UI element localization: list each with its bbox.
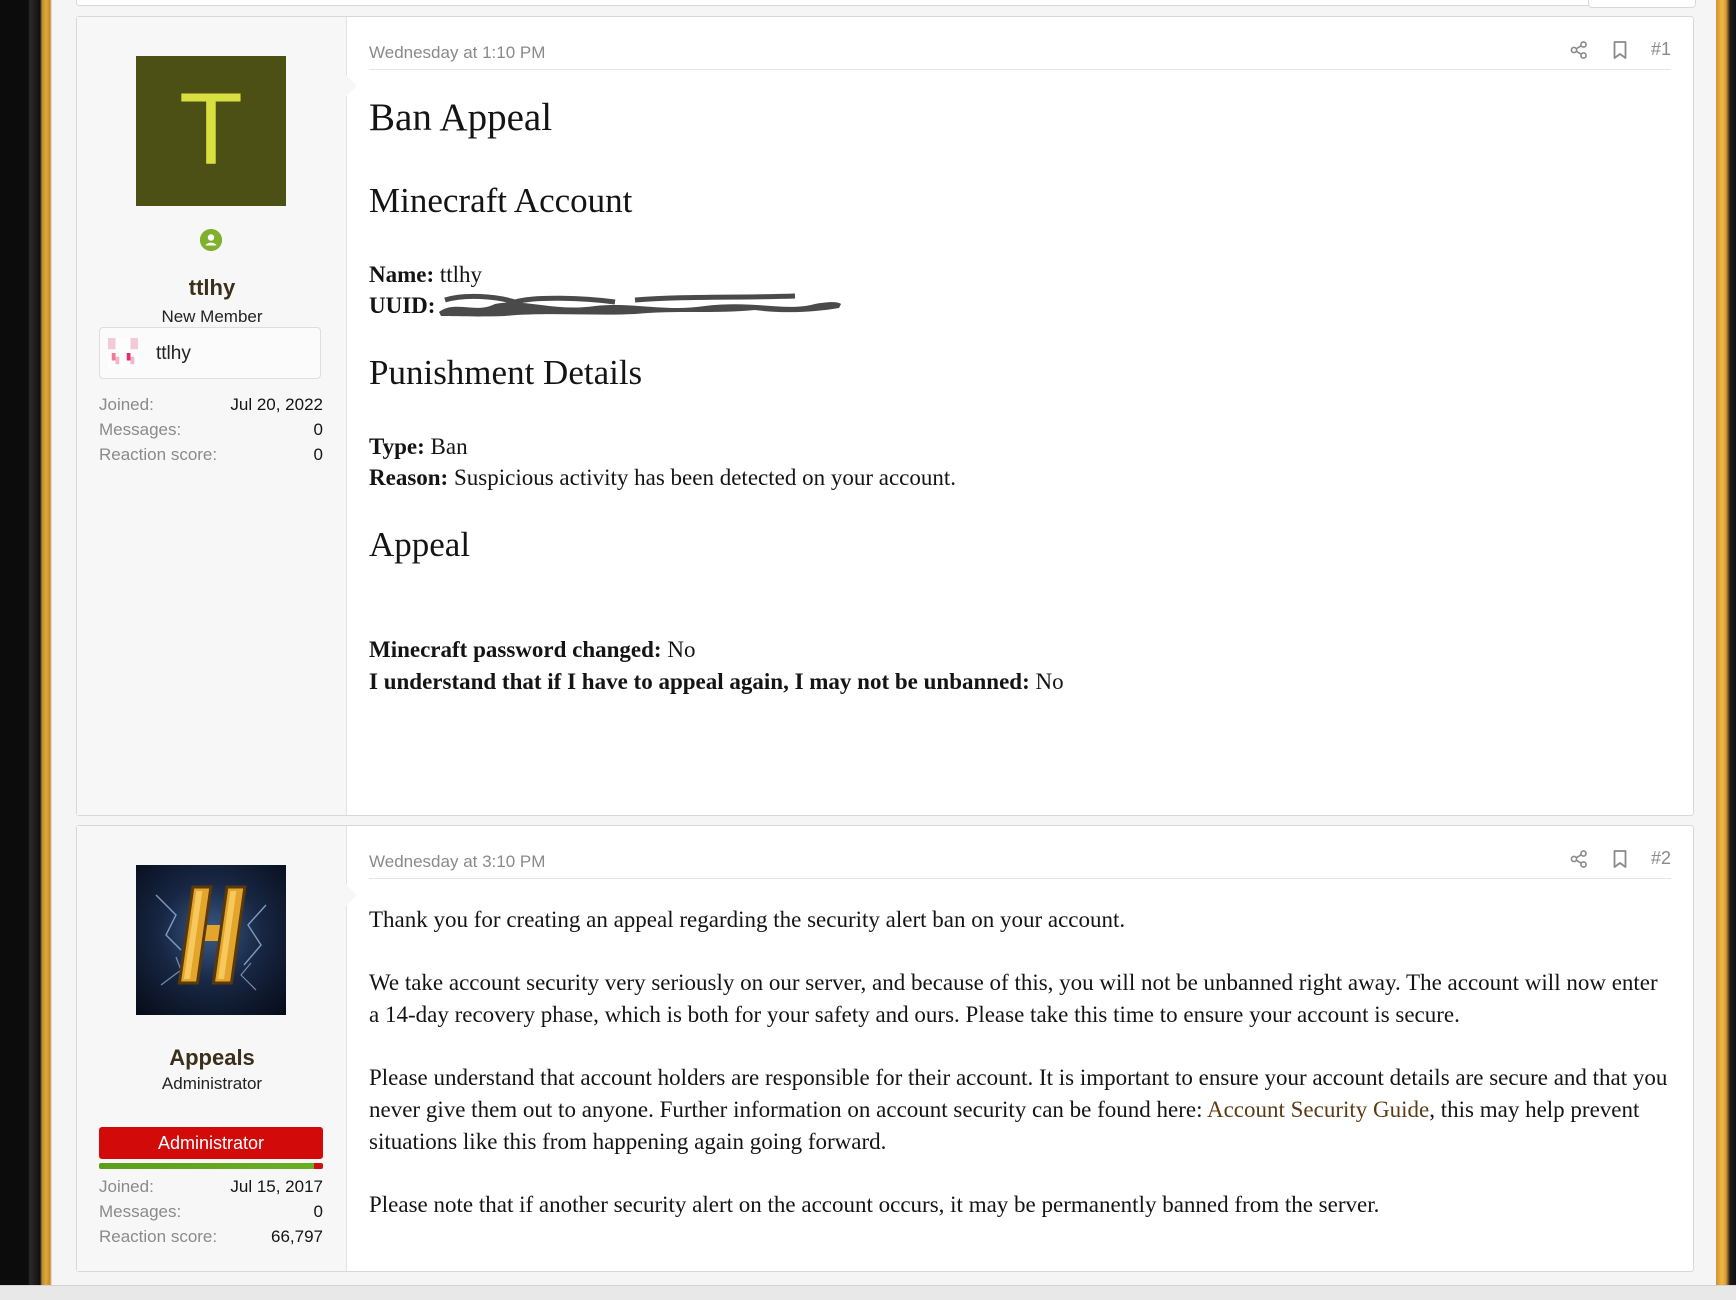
- stat-joined: Joined: Jul 15, 2017: [99, 1174, 323, 1199]
- stat-label: Reaction score:: [99, 1227, 218, 1246]
- stat-label: Messages:: [99, 1202, 182, 1221]
- stat-reaction-score: Reaction score: 0: [99, 442, 323, 467]
- post-1-main: Wednesday at 1:10 PM #1 Ban Appeal Minec…: [347, 17, 1693, 815]
- banner-underline: [99, 1163, 323, 1169]
- post-1: T ttlhy New Member ttlhy Joined: Jul 20,…: [76, 16, 1694, 816]
- paragraph: We take account security very seriously …: [369, 970, 1658, 1027]
- stat-value: 66,797: [271, 1227, 323, 1246]
- username[interactable]: ttlhy: [77, 275, 347, 301]
- stat-messages: Messages: 0: [99, 1199, 323, 1224]
- section-heading-appeal: Appeal: [369, 525, 471, 564]
- section-heading-account: Minecraft Account: [369, 181, 633, 220]
- stat-reaction-score: Reaction score: 66,797: [99, 1224, 323, 1249]
- previous-block-edge: [76, 0, 1696, 6]
- staff-banner: Administrator: [99, 1127, 323, 1159]
- post-date[interactable]: Wednesday at 3:10 PM: [369, 852, 545, 872]
- post-number[interactable]: #1: [1651, 39, 1671, 60]
- username[interactable]: Appeals: [77, 1045, 347, 1071]
- field-uuid: UUID:: [369, 290, 843, 322]
- post-2-user-cell: Appeals Administrator Administrator Join…: [77, 826, 357, 1271]
- field-label: Reason:: [369, 465, 449, 490]
- user-title: New Member: [161, 307, 263, 326]
- account-security-guide-link[interactable]: Account Security Guide: [1207, 1097, 1429, 1122]
- window-frame-left: [0, 0, 52, 1285]
- user-stats: Joined: Jul 20, 2022 Messages: 0 Reactio…: [99, 392, 323, 467]
- stat-joined: Joined: Jul 20, 2022: [99, 392, 323, 417]
- online-user-icon: [200, 229, 222, 251]
- paragraph: Please note that if another security ale…: [369, 1192, 1380, 1217]
- post-header: Wednesday at 1:10 PM #1: [369, 39, 1671, 70]
- field-understand: I understand that if I have to appeal ag…: [369, 666, 1064, 698]
- post-actions: #1: [1569, 39, 1671, 60]
- stat-value: 0: [313, 420, 323, 439]
- field-value: ttlhy: [439, 262, 483, 287]
- stat-label: Joined:: [99, 395, 154, 414]
- field-label: Type:: [369, 434, 425, 459]
- field-password-changed: Minecraft password changed: No: [369, 634, 695, 666]
- field-label: Minecraft password changed:: [369, 637, 662, 662]
- server-logo-icon: [155, 885, 267, 991]
- avatar[interactable]: T: [136, 56, 286, 206]
- window-frame-right: [1716, 0, 1736, 1285]
- online-user-icon-glyph: [200, 229, 222, 251]
- field-label: UUID:: [369, 293, 436, 318]
- post-title: Ban Appeal: [369, 96, 553, 139]
- redaction-scribble: [439, 293, 842, 317]
- post-number[interactable]: #2: [1651, 848, 1671, 869]
- field-value: Ban: [430, 434, 468, 459]
- bookmark-icon[interactable]: [1611, 849, 1629, 869]
- user-stats: Joined: Jul 15, 2017 Messages: 0 Reactio…: [99, 1174, 323, 1249]
- section-heading-punishment: Punishment Details: [369, 353, 643, 392]
- post-date[interactable]: Wednesday at 1:10 PM: [369, 43, 545, 63]
- paragraph: Thank you for creating an appeal regardi…: [369, 907, 1126, 932]
- bottom-strip: [0, 1285, 1736, 1300]
- post-body: Thank you for creating an appeal regardi…: [369, 904, 1671, 1252]
- post-header: Wednesday at 3:10 PM #2: [369, 848, 1671, 879]
- bookmark-icon[interactable]: [1611, 40, 1629, 60]
- field-label: I understand that if I have to appeal ag…: [369, 669, 1030, 694]
- stat-value: Jul 20, 2022: [230, 395, 323, 414]
- field-reason: Reason: Suspicious activity has been det…: [369, 462, 956, 494]
- post-actions: #2: [1569, 848, 1671, 869]
- post-2: Appeals Administrator Administrator Join…: [76, 825, 1694, 1272]
- top-button-edge[interactable]: [1588, 0, 1696, 8]
- stat-label: Messages:: [99, 420, 182, 439]
- field-value: No: [667, 637, 696, 662]
- share-icon[interactable]: [1569, 849, 1589, 869]
- stat-value: 0: [313, 1202, 323, 1221]
- stat-messages: Messages: 0: [99, 417, 323, 442]
- avatar[interactable]: [136, 865, 286, 1015]
- field-value: Suspicious activity has been detected on…: [453, 465, 957, 490]
- paragraph: Please understand that account holders a…: [369, 1062, 1671, 1158]
- stat-label: Joined:: [99, 1177, 154, 1196]
- field-type: Type: Ban: [369, 431, 468, 463]
- minecraft-name: ttlhy: [156, 343, 191, 364]
- minecraft-badge[interactable]: ttlhy: [99, 327, 321, 379]
- field-name: Name: ttlhy: [369, 259, 482, 291]
- minecraft-head-icon: [108, 338, 138, 368]
- field-value: No: [1035, 669, 1064, 694]
- post-2-main: Wednesday at 3:10 PM #2 Thank you for cr…: [347, 826, 1693, 1271]
- stat-label: Reaction score:: [99, 445, 218, 464]
- post-1-user-cell: T ttlhy New Member ttlhy Joined: Jul 20,…: [77, 17, 357, 815]
- field-label: Name:: [369, 262, 435, 287]
- share-icon[interactable]: [1569, 40, 1589, 60]
- user-title: Administrator: [161, 1074, 263, 1093]
- stat-value: 0: [313, 445, 323, 464]
- stat-value: Jul 15, 2017: [230, 1177, 323, 1196]
